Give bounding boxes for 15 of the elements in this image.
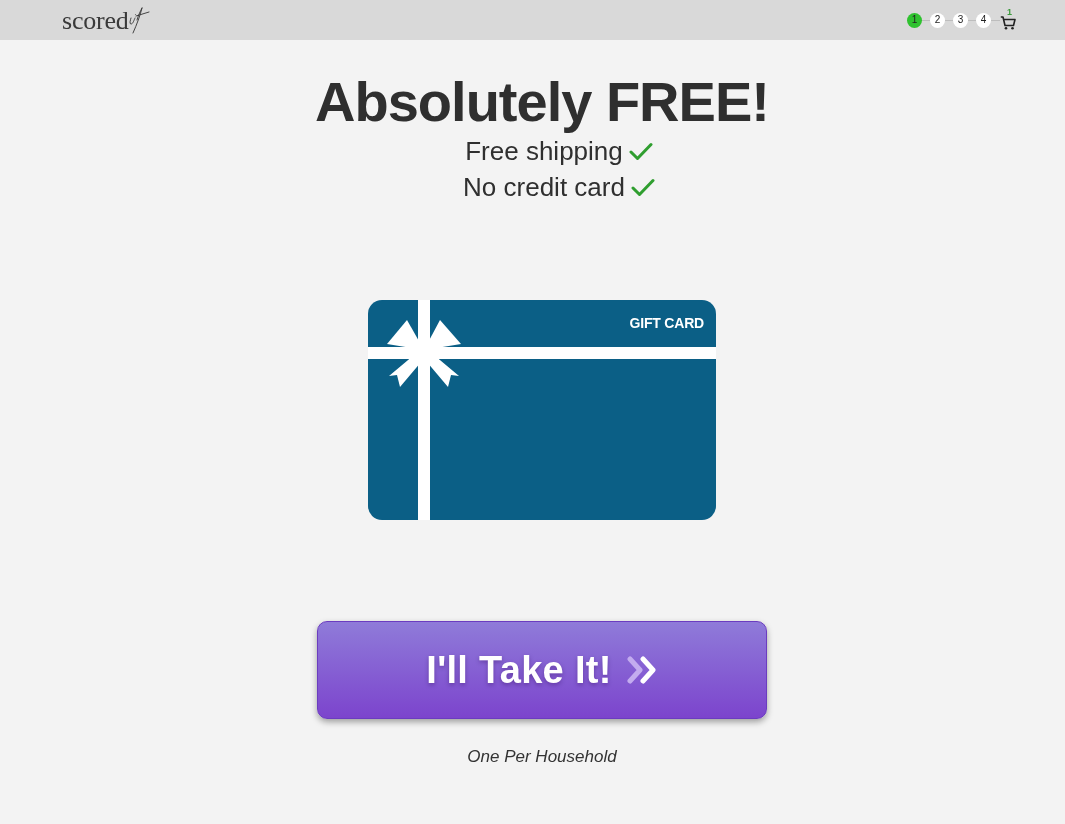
take-it-button[interactable]: I'll Take It! (317, 621, 767, 719)
step-indicator: 1 (907, 12, 922, 28)
step-indicator: 2 (930, 12, 945, 28)
step-indicator: 4 (976, 12, 991, 28)
step-indicator: 3 (953, 12, 968, 28)
cart-icon[interactable] (1000, 16, 1016, 30)
bow-icon (387, 320, 461, 387)
benefit-text: Free shipping (465, 135, 623, 168)
logo-wordmark: scored (62, 7, 129, 34)
logo-flourish-icon (127, 6, 150, 34)
cart-count: 1 (1007, 8, 1012, 17)
double-chevron-icon (625, 656, 658, 684)
gift-card-label: GIFT CARD (629, 316, 704, 330)
household-note: One Per Household (467, 746, 617, 768)
benefit-text: No credit card (463, 171, 625, 204)
